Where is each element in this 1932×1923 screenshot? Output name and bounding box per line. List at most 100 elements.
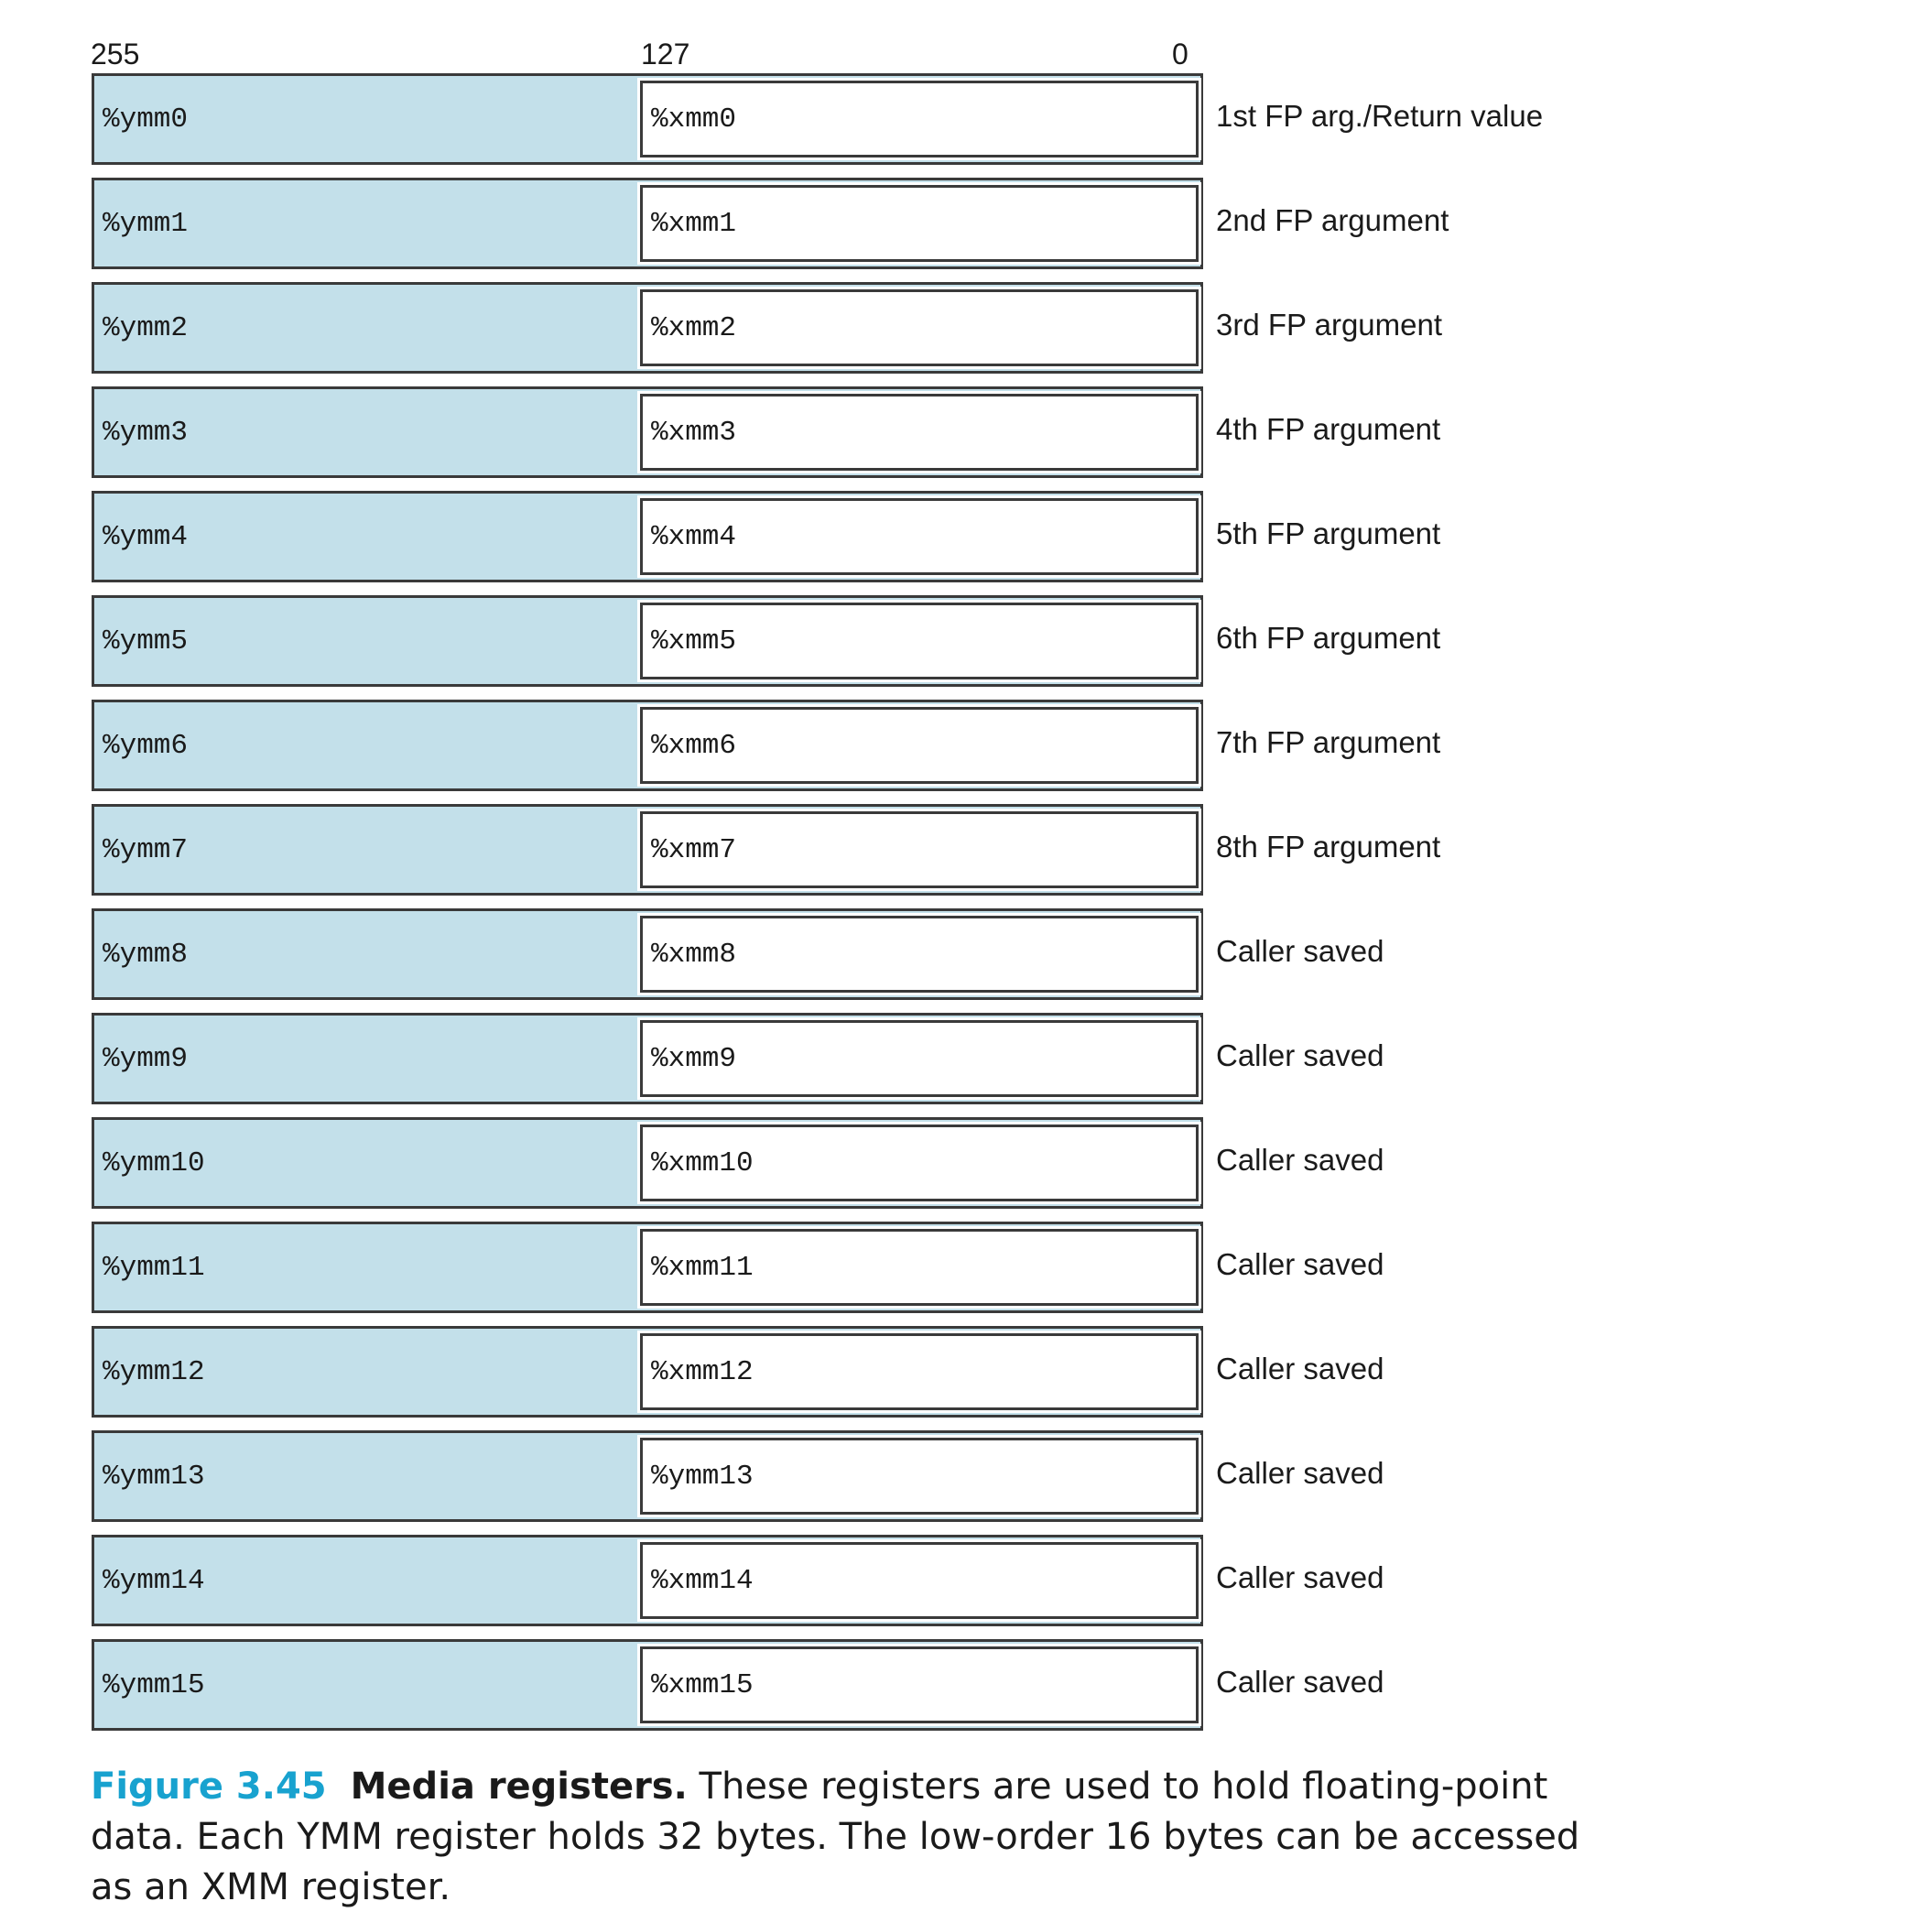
register-usage-label: 8th FP argument: [1216, 830, 1441, 864]
ymm-register-box: %ymm5 %xmm5: [92, 595, 1203, 687]
xmm-register-name: %xmm0: [651, 103, 737, 136]
register-list: %ymm0 %xmm0 1st FP arg./Return value %ymm1%…: [92, 73, 1648, 1744]
register-row: %ymm8 %xmm8 Caller saved: [92, 908, 1648, 1000]
register-usage-label: 5th FP argument: [1216, 516, 1441, 550]
xmm-register-box: %xmm15: [640, 1646, 1199, 1723]
ymm-register-name: %ymm7: [103, 834, 189, 866]
bit-label-127: 127: [641, 38, 690, 71]
register-usage-label: Caller saved: [1216, 1247, 1384, 1281]
ymm-register-name: %ymm11: [103, 1252, 205, 1284]
register-row: %ymm2 %xmm2 3rd FP argument: [92, 282, 1648, 374]
ymm-register-box: %ymm9 %xmm9: [92, 1013, 1203, 1104]
register-row: %ymm13 %ymm13 Caller saved: [92, 1430, 1648, 1522]
ymm-register-name: %ymm4: [103, 521, 189, 553]
xmm-register-box: %xmm7: [640, 811, 1199, 888]
bit-label-0: 0: [1172, 38, 1189, 71]
xmm-register-box: %xmm8: [640, 916, 1199, 993]
ymm-register-box: %ymm3 %xmm3: [92, 386, 1203, 478]
xmm-register-box: %xmm5: [640, 603, 1199, 679]
xmm-register-box: %xmm10: [640, 1124, 1199, 1201]
xmm-register-box: %xmm11: [640, 1229, 1199, 1306]
ymm-register-box: %ymm7 %xmm7: [92, 804, 1203, 896]
register-row: %ymm14 %xmm14 Caller saved: [92, 1535, 1648, 1626]
xmm-register-name: %xmm8: [651, 939, 737, 971]
ymm-register-name: %ymm15: [103, 1669, 205, 1701]
register-usage-label: Caller saved: [1216, 1038, 1384, 1072]
xmm-register-name: %xmm1: [651, 208, 737, 240]
register-row: %ymm5 %xmm5 6th FP argument: [92, 595, 1648, 687]
ymm-register-name: %ymm2: [103, 312, 189, 344]
register-row: %ymm11 %xmm11 Caller saved: [92, 1222, 1648, 1313]
xmm-register-name: %xmm2: [651, 312, 737, 344]
xmm-register-box: %xmm4: [640, 498, 1199, 575]
ymm-register-name: %ymm5: [103, 625, 189, 657]
xmm-register-box: %xmm3: [640, 394, 1199, 471]
xmm-register-name: %xmm14: [651, 1565, 754, 1597]
register-usage-label: 1st FP arg./Return value: [1216, 99, 1544, 133]
ymm-register-box: %ymm15 %xmm15: [92, 1639, 1203, 1731]
register-row: %ymm0 %xmm0 1st FP arg./Return value: [92, 73, 1648, 165]
register-usage-label: 7th FP argument: [1216, 725, 1441, 759]
xmm-register-name: %xmm5: [651, 625, 737, 657]
ymm-register-name: %ymm12: [103, 1356, 205, 1388]
ymm-register-box: %ymm12 %xmm12: [92, 1326, 1203, 1418]
ymm-register-box: %ymm1 %xmm1: [92, 178, 1203, 269]
bit-label-255: 255: [91, 38, 140, 71]
figure-number: Figure 3.45: [91, 1765, 327, 1808]
register-usage-label: Caller saved: [1216, 1665, 1384, 1699]
ymm-register-name: %ymm13: [103, 1461, 205, 1493]
register-usage-label: 6th FP argument: [1216, 621, 1441, 655]
register-row: %ymm6 %xmm6 7th FP argument: [92, 700, 1648, 791]
register-usage-label: Caller saved: [1216, 1352, 1384, 1385]
ymm-register-box: %ymm2 %xmm2: [92, 282, 1203, 374]
register-row: %ymm7 %xmm7 8th FP argument: [92, 804, 1648, 896]
ymm-register-box: %ymm4 %xmm4: [92, 491, 1203, 582]
xmm-register-box: %xmm9: [640, 1020, 1199, 1097]
xmm-register-box: %xmm6: [640, 707, 1199, 784]
ymm-register-name: %ymm9: [103, 1043, 189, 1075]
ymm-register-box: %ymm11 %xmm11: [92, 1222, 1203, 1313]
register-row: %ymm15 %xmm15 Caller saved: [92, 1639, 1648, 1731]
xmm-register-name: %xmm7: [651, 834, 737, 866]
ymm-register-name: %ymm3: [103, 417, 189, 449]
xmm-register-box: %xmm12: [640, 1333, 1199, 1410]
register-row: %ymm10 %xmm10 Caller saved: [92, 1117, 1648, 1209]
register-usage-label: Caller saved: [1216, 934, 1384, 968]
ymm-register-name: %ymm14: [103, 1565, 205, 1597]
register-row: %ymm12 %xmm12 Caller saved: [92, 1326, 1648, 1418]
xmm-register-name: %xmm4: [651, 521, 737, 553]
ymm-register-name: %ymm10: [103, 1147, 205, 1179]
xmm-register-name: %xmm10: [651, 1147, 754, 1179]
ymm-register-name: %ymm8: [103, 939, 189, 971]
xmm-register-name: %ymm13: [651, 1461, 754, 1493]
ymm-register-box: %ymm13 %ymm13: [92, 1430, 1203, 1522]
ymm-register-box: %ymm0 %xmm0: [92, 73, 1203, 165]
ymm-register-box: %ymm6 %xmm6: [92, 700, 1203, 791]
xmm-register-box: %xmm0: [640, 81, 1199, 158]
figure-caption: Figure 3.45 Media registers. These regist…: [91, 1762, 1611, 1913]
ymm-register-box: %ymm14 %xmm14: [92, 1535, 1203, 1626]
xmm-register-name: %xmm3: [651, 417, 737, 449]
register-row: %ymm4 %xmm4 5th FP argument: [92, 491, 1648, 582]
xmm-register-box: %xmm1: [640, 185, 1199, 262]
figure-title: Media registers.: [350, 1765, 688, 1808]
xmm-register-box: %xmm2: [640, 289, 1199, 366]
register-usage-label: Caller saved: [1216, 1143, 1384, 1177]
xmm-register-name: %xmm15: [651, 1669, 754, 1701]
xmm-register-name: %xmm11: [651, 1252, 754, 1284]
xmm-register-name: %xmm6: [651, 730, 737, 762]
register-usage-label: 2nd FP argument: [1216, 203, 1449, 237]
ymm-register-box: %ymm10 %xmm10: [92, 1117, 1203, 1209]
xmm-register-box: %xmm14: [640, 1542, 1199, 1619]
register-row: %ymm1 %xmm1 2nd FP argument: [92, 178, 1648, 269]
ymm-register-name: %ymm6: [103, 730, 189, 762]
register-row: %ymm9 %xmm9 Caller saved: [92, 1013, 1648, 1104]
register-usage-label: 4th FP argument: [1216, 412, 1441, 446]
register-usage-label: Caller saved: [1216, 1560, 1384, 1594]
xmm-register-box: %ymm13: [640, 1438, 1199, 1515]
ymm-register-box: %ymm8 %xmm8: [92, 908, 1203, 1000]
register-row: %ymm3 %xmm3 4th FP argument: [92, 386, 1648, 478]
xmm-register-name: %xmm12: [651, 1356, 754, 1388]
ymm-register-name: %ymm0: [103, 103, 189, 136]
ymm-register-name: %ymm1: [103, 208, 189, 240]
